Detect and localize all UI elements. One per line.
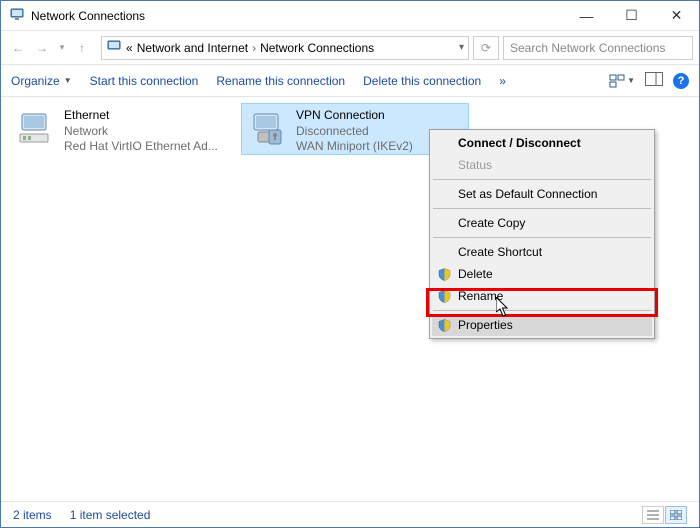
connection-status: Disconnected — [296, 124, 413, 140]
connection-device: Red Hat VirtIO Ethernet Ad... — [64, 139, 218, 155]
menu-connect-disconnect[interactable]: Connect / Disconnect — [432, 132, 652, 154]
menu-status: Status — [432, 154, 652, 176]
chevron-down-icon: ▼ — [64, 76, 72, 85]
organize-menu[interactable]: Organize ▼ — [11, 74, 72, 88]
delete-connection-button[interactable]: Delete this connection — [363, 74, 481, 88]
menu-separator — [433, 237, 651, 238]
back-button[interactable]: ← — [7, 37, 29, 59]
view-icons-button[interactable] — [665, 506, 687, 524]
menu-properties[interactable]: Properties — [432, 314, 652, 336]
status-selected-count: 1 item selected — [70, 508, 151, 522]
up-button[interactable]: ↑ — [71, 37, 93, 59]
chevron-right-icon: › — [252, 41, 256, 55]
menu-rename[interactable]: Rename — [432, 285, 652, 307]
start-connection-button[interactable]: Start this connection — [90, 74, 199, 88]
breadcrumb-root[interactable]: « — [126, 41, 133, 55]
preview-pane-button[interactable] — [645, 72, 663, 89]
breadcrumb-level2[interactable]: Network Connections — [260, 41, 374, 55]
connection-device: WAN Miniport (IKEv2) — [296, 139, 413, 155]
shield-icon — [437, 267, 451, 281]
titlebar: Network Connections — ☐ ✕ — [1, 1, 699, 31]
app-icon — [9, 6, 25, 25]
rename-connection-button[interactable]: Rename this connection — [216, 74, 345, 88]
overflow-button[interactable]: » — [499, 74, 506, 88]
address-bar[interactable]: « Network and Internet › Network Connect… — [101, 36, 469, 60]
navbar: ← → ▾ ↑ « Network and Internet › Network… — [1, 31, 699, 65]
maximize-button[interactable]: ☐ — [609, 1, 654, 30]
minimize-button[interactable]: — — [564, 1, 609, 30]
menu-separator — [433, 208, 651, 209]
menu-separator — [433, 310, 651, 311]
connection-item-ethernet[interactable]: Ethernet Network Red Hat VirtIO Ethernet… — [9, 103, 237, 155]
refresh-button[interactable]: ⟳ — [473, 36, 499, 60]
cursor-icon — [496, 297, 510, 317]
connection-name: VPN Connection — [296, 108, 413, 124]
help-button[interactable]: ? — [673, 73, 689, 89]
connection-name: Ethernet — [64, 108, 218, 124]
menu-create-shortcut[interactable]: Create Shortcut — [432, 241, 652, 263]
shield-icon — [437, 289, 451, 303]
address-dropdown-icon[interactable]: ▾ — [459, 42, 464, 53]
statusbar: 2 items 1 item selected — [1, 501, 699, 527]
breadcrumb-level1[interactable]: Network and Internet — [137, 41, 248, 55]
search-placeholder: Search Network Connections — [510, 41, 665, 55]
context-menu: Connect / Disconnect Status Set as Defau… — [429, 129, 655, 339]
menu-create-copy[interactable]: Create Copy — [432, 212, 652, 234]
search-input[interactable]: Search Network Connections — [503, 36, 693, 60]
menu-separator — [433, 179, 651, 180]
organize-label: Organize — [11, 74, 60, 88]
shield-icon — [437, 318, 451, 332]
view-options-button[interactable]: ▼ — [609, 74, 635, 88]
window-title: Network Connections — [31, 9, 564, 23]
command-bar: Organize ▼ Start this connection Rename … — [1, 65, 699, 97]
forward-button[interactable]: → — [31, 37, 53, 59]
close-button[interactable]: ✕ — [654, 1, 699, 30]
vpn-icon — [248, 108, 288, 148]
menu-delete-label: Delete — [458, 267, 493, 281]
menu-properties-label: Properties — [458, 318, 513, 332]
folder-icon — [106, 38, 122, 57]
menu-set-default[interactable]: Set as Default Connection — [432, 183, 652, 205]
history-dropdown[interactable]: ▾ — [55, 37, 69, 59]
menu-delete[interactable]: Delete — [432, 263, 652, 285]
connection-status: Network — [64, 124, 218, 140]
ethernet-icon — [16, 108, 56, 148]
view-details-button[interactable] — [642, 506, 664, 524]
status-item-count: 2 items — [13, 508, 52, 522]
